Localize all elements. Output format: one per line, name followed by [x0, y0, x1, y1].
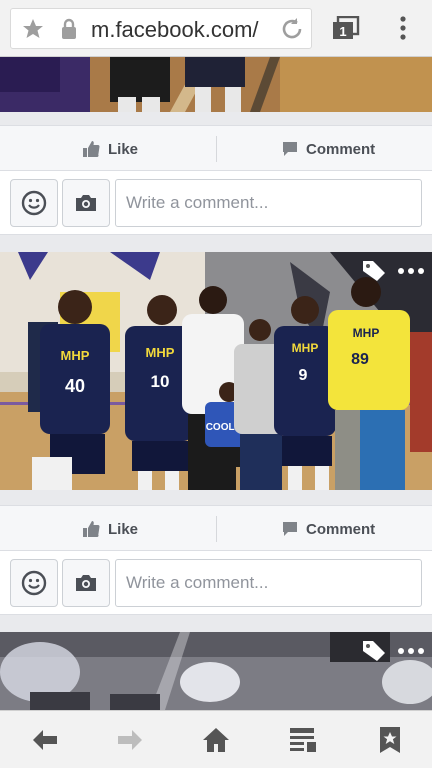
overflow-menu-icon[interactable] — [394, 14, 412, 42]
tabs-icon[interactable]: 1 — [332, 16, 360, 40]
tab-count: 1 — [339, 24, 346, 39]
reload-icon[interactable] — [279, 16, 305, 42]
like-button[interactable]: Like — [82, 126, 138, 172]
svg-text:MHP: MHP — [353, 326, 380, 340]
thumbs-up-icon — [83, 141, 100, 158]
action-divider — [216, 136, 217, 162]
camera-icon — [76, 195, 96, 211]
comment-bubble-icon — [283, 522, 297, 536]
photo-options-icon[interactable] — [398, 648, 424, 654]
back-arrow-icon[interactable] — [30, 725, 60, 755]
like-label: Like — [108, 140, 139, 158]
reader-list-icon[interactable] — [288, 725, 318, 755]
camera-button[interactable] — [62, 559, 110, 607]
post-actions: Like Comment — [0, 125, 432, 171]
app-root: m.facebook.com/ 1 Like Comment Write a c… — [0, 0, 432, 768]
thumbs-up-icon — [83, 521, 100, 538]
camera-button[interactable] — [62, 179, 110, 227]
post-photo-next[interactable] — [0, 632, 432, 710]
browser-bottom-bar — [0, 710, 432, 768]
photo-options-icon[interactable] — [398, 268, 424, 274]
forward-arrow-icon[interactable] — [115, 725, 145, 755]
comment-composer: Write a comment... — [0, 551, 432, 615]
action-divider — [216, 516, 217, 542]
home-icon[interactable] — [201, 725, 231, 755]
comment-input[interactable]: Write a comment... — [115, 559, 422, 607]
svg-text:40: 40 — [65, 376, 85, 396]
smiley-icon — [21, 570, 47, 596]
comment-bubble-icon — [283, 142, 297, 156]
url-text[interactable]: m.facebook.com/ — [91, 17, 277, 43]
svg-text:9: 9 — [299, 367, 308, 384]
svg-text:MHP: MHP — [146, 345, 175, 360]
post-photo-team[interactable]: MHP 40 MHP 10 COOL 24 MHP 9 MHP 89 — [0, 252, 432, 490]
comment-button[interactable]: Comment — [282, 126, 375, 172]
post-photo-previous[interactable] — [0, 57, 432, 112]
post-actions: Like Comment — [0, 505, 432, 551]
comment-label: Comment — [306, 140, 376, 158]
like-label: Like — [108, 520, 139, 538]
svg-text:10: 10 — [151, 372, 170, 391]
tag-icon[interactable] — [362, 260, 386, 282]
tag-icon[interactable] — [362, 640, 386, 662]
emoji-button[interactable] — [10, 179, 58, 227]
like-button[interactable]: Like — [82, 506, 138, 552]
comment-input[interactable]: Write a comment... — [115, 179, 422, 227]
lock-icon — [62, 18, 76, 39]
smiley-icon — [21, 190, 47, 216]
comment-label: Comment — [306, 520, 376, 538]
svg-text:MHP: MHP — [61, 348, 90, 363]
star-icon[interactable] — [21, 17, 45, 41]
camera-icon — [76, 575, 96, 591]
address-bar[interactable]: m.facebook.com/ — [10, 8, 312, 49]
browser-toolbar: m.facebook.com/ 1 — [0, 0, 432, 57]
photo-overlay-controls — [362, 640, 424, 662]
comment-button[interactable]: Comment — [282, 506, 375, 552]
svg-text:89: 89 — [351, 351, 369, 368]
comment-composer: Write a comment... — [0, 171, 432, 235]
photo-overlay-controls — [362, 260, 424, 282]
emoji-button[interactable] — [10, 559, 58, 607]
bookmark-star-icon[interactable] — [375, 725, 405, 755]
svg-text:MHP: MHP — [292, 341, 319, 355]
